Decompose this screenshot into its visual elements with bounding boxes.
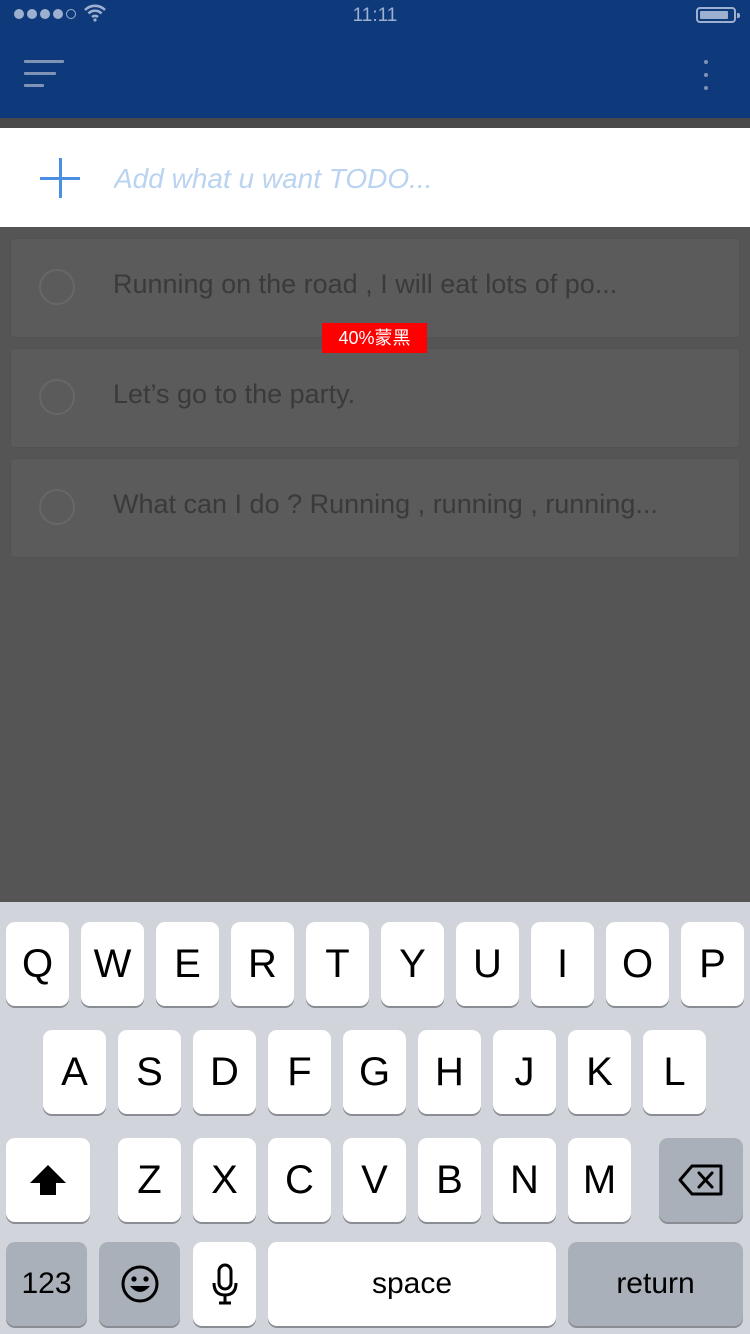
- plus-icon[interactable]: [40, 158, 80, 198]
- todo-input[interactable]: [112, 155, 716, 203]
- todo-text: Running on the road , I will eat lots of…: [113, 269, 618, 299]
- todo-list-item[interactable]: Let’s go to the party.: [11, 349, 739, 447]
- shift-icon: [30, 1165, 66, 1195]
- emoji-key[interactable]: [99, 1242, 180, 1326]
- more-vertical-icon[interactable]: [700, 58, 712, 92]
- delete-key[interactable]: [659, 1138, 743, 1222]
- key-o[interactable]: O: [606, 922, 669, 1006]
- key-f[interactable]: F: [268, 1030, 331, 1114]
- key-a[interactable]: A: [43, 1030, 106, 1114]
- key-g[interactable]: G: [343, 1030, 406, 1114]
- key-v[interactable]: V: [343, 1138, 406, 1222]
- shift-key[interactable]: [6, 1138, 90, 1222]
- emoji-icon: [121, 1265, 158, 1303]
- key-t[interactable]: T: [306, 922, 369, 1006]
- top-bar: 11:11: [0, 0, 750, 118]
- menu-icon[interactable]: [24, 58, 66, 90]
- header-divider: [0, 118, 750, 128]
- key-l[interactable]: L: [643, 1030, 706, 1114]
- key-p[interactable]: P: [681, 922, 744, 1006]
- key-b[interactable]: B: [418, 1138, 481, 1222]
- battery-icon: [696, 7, 740, 23]
- key-w[interactable]: W: [81, 922, 144, 1006]
- key-k[interactable]: K: [568, 1030, 631, 1114]
- status-time: 11:11: [352, 5, 398, 26]
- key-e[interactable]: E: [156, 922, 219, 1006]
- key-n[interactable]: N: [493, 1138, 556, 1222]
- dictation-key[interactable]: [193, 1242, 256, 1326]
- keyboard: Q W E R T Y U I O P A S D F G H J K L Z …: [0, 902, 750, 1334]
- key-s[interactable]: S: [118, 1030, 181, 1114]
- key-u[interactable]: U: [456, 922, 519, 1006]
- key-h[interactable]: H: [418, 1030, 481, 1114]
- status-bar: 11:11: [0, 0, 750, 30]
- key-j[interactable]: J: [493, 1030, 556, 1114]
- todo-checkbox[interactable]: [39, 379, 75, 415]
- key-i[interactable]: I: [531, 922, 594, 1006]
- todo-text: Let’s go to the party.: [113, 379, 356, 409]
- key-d[interactable]: D: [193, 1030, 256, 1114]
- return-key[interactable]: return: [568, 1242, 743, 1326]
- key-y[interactable]: Y: [381, 922, 444, 1006]
- key-c[interactable]: C: [268, 1138, 331, 1222]
- todo-text: What can I do ? Running , running , runn…: [113, 489, 658, 519]
- key-x[interactable]: X: [193, 1138, 256, 1222]
- microphone-icon: [212, 1263, 237, 1305]
- overlay-annotation-label: 40%蒙黑: [322, 323, 427, 353]
- space-key[interactable]: space: [268, 1242, 556, 1326]
- key-q[interactable]: Q: [6, 922, 69, 1006]
- backspace-icon: [678, 1164, 723, 1196]
- todo-checkbox[interactable]: [39, 269, 75, 305]
- todo-checkbox[interactable]: [39, 489, 75, 525]
- key-r[interactable]: R: [231, 922, 294, 1006]
- todo-list-item[interactable]: What can I do ? Running , running , runn…: [11, 459, 739, 557]
- key-m[interactable]: M: [568, 1138, 631, 1222]
- key-z[interactable]: Z: [118, 1138, 181, 1222]
- numbers-key[interactable]: 123: [6, 1242, 87, 1326]
